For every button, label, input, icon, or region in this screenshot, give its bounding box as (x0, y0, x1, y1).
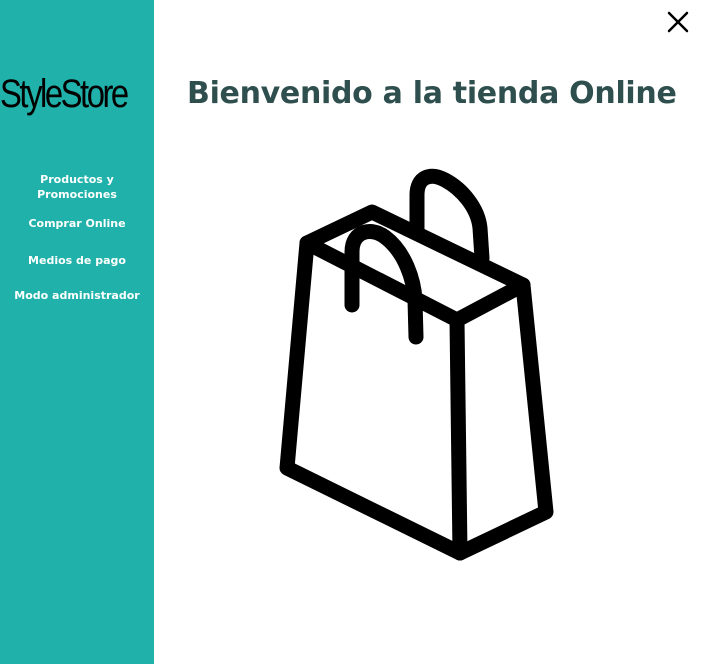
sidebar-item-modo-administrador[interactable]: Modo administrador (0, 288, 154, 303)
sidebar-item-medios-de-pago[interactable]: Medios de pago (0, 253, 154, 268)
app-window: StyleStore Productos y Promociones Compr… (0, 0, 701, 664)
sidebar-item-comprar-online[interactable]: Comprar Online (0, 216, 154, 231)
close-button[interactable] (664, 8, 692, 36)
store-logo: StyleStore (0, 72, 129, 116)
page-title: Bienvenido a la tienda Online (187, 76, 677, 111)
close-icon (667, 11, 689, 33)
sidebar-item-productos-promociones[interactable]: Productos y Promociones (17, 172, 137, 202)
sidebar: StyleStore Productos y Promociones Compr… (0, 0, 154, 664)
shopping-bag-icon (279, 168, 554, 561)
